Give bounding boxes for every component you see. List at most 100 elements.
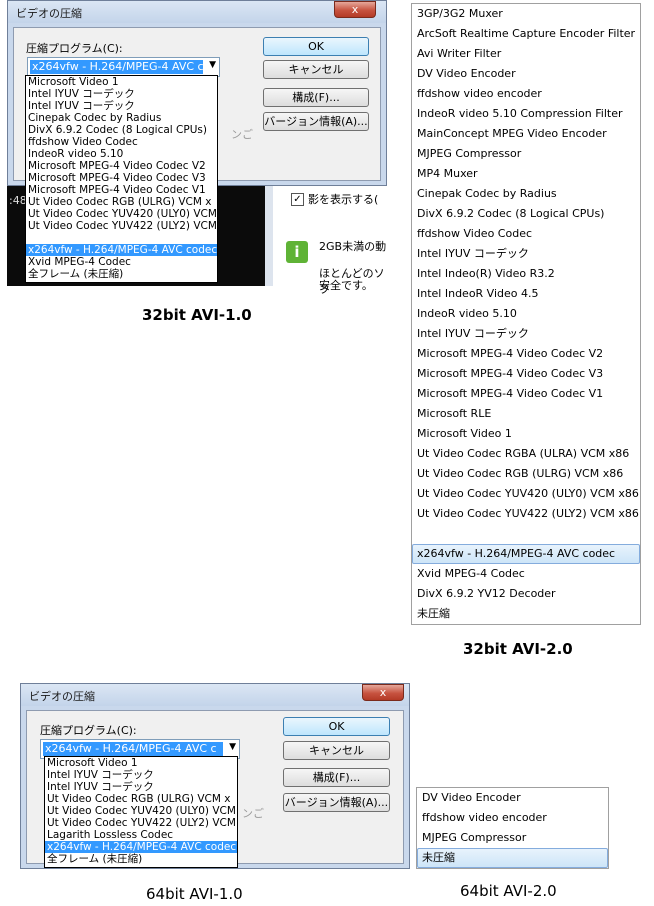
caption-64bit-avi2: 64bit AVI-2.0 [460,882,557,900]
list-item[interactable]: Microsoft MPEG-4 Video Codec V3 [26,172,217,184]
list-item[interactable]: 全フレーム (未圧縮) [45,853,237,865]
codec-list-64bit-avi2[interactable]: DV Video Encoder ffdshow video encoder M… [416,787,609,869]
title-bar: ビデオの圧縮 x [8,1,386,23]
list-item[interactable]: ffdshow Video Codec [26,136,217,148]
list-item-selected[interactable]: x264vfw - H.264/MPEG-4 AVC codec [412,544,640,564]
list-item[interactable]: DivX 6.9.2 Codec (8 Logical CPUs) [26,124,217,136]
combo-selected-value: x264vfw - H.264/MPEG-4 AVC c [30,60,203,74]
codec-list-32bit-avi2[interactable]: 3GP/3G2 Muxer ArcSoft Realtime Capture E… [411,3,641,625]
list-item[interactable]: ffdshow video encoder [417,808,608,828]
list-item[interactable]: Microsoft MPEG-4 Video Codec V1 [26,184,217,196]
list-item[interactable]: Cinepak Codec by Radius [412,184,640,204]
list-item[interactable]: Intel IYUV コーデック [45,769,237,781]
list-item[interactable]: Avi Writer Filter [412,44,640,64]
list-item[interactable]: MP4 Muxer [412,164,640,184]
cancel-button[interactable]: キャンセル [283,741,390,760]
codec-dropdown-32bit-avi1[interactable]: Microsoft Video 1 Intel IYUV コーデック Intel… [25,75,218,283]
list-item[interactable]: Ut Video Codec RGB (ULRG) VCM x86 [412,464,640,484]
list-item[interactable]: Intel IYUV コーデック [45,781,237,793]
checkbox-shadow[interactable]: ✓ [291,193,304,206]
cancel-button[interactable]: キャンセル [263,60,369,79]
list-item[interactable]: IndeoR video 5.10 [412,304,640,324]
ok-button[interactable]: OK [283,717,390,736]
list-item[interactable] [412,524,640,544]
list-item[interactable]: Microsoft MPEG-4 Video Codec V2 [26,160,217,172]
close-icon: x [351,3,359,16]
list-item[interactable]: Ut Video Codec YUV420 (ULY0) VCM x86 [412,484,640,504]
list-item[interactable]: Microsoft MPEG-4 Video Codec V3 [412,364,640,384]
list-item[interactable]: Ut Video Codec RGB (ULRG) VCM x [45,793,237,805]
list-item-selected[interactable]: 未圧縮 [417,848,608,868]
caption-32bit-avi2: 32bit AVI-2.0 [463,640,573,658]
dialog-title: ビデオの圧縮 [29,690,95,703]
list-item-selected[interactable]: x264vfw - H.264/MPEG-4 AVC codec [45,841,237,853]
list-item[interactable]: Ut Video Codec YUV422 (ULY2) VCM [26,220,217,232]
info-text-3: 安全です。 [319,279,373,292]
list-item[interactable] [26,232,217,244]
ghost-text: ンご [231,128,253,141]
list-item[interactable]: Ut Video Codec YUV420 (ULY0) VCM [45,805,237,817]
codec-dropdown-64bit-avi1[interactable]: Microsoft Video 1 Intel IYUV コーデック Intel… [44,756,238,868]
list-item[interactable]: MJPEG Compressor [412,144,640,164]
close-button[interactable]: x [362,684,404,701]
list-item[interactable]: Intel IYUV コーデック [412,324,640,344]
info-text-1: 2GB未満の動 [319,240,387,253]
list-item[interactable]: Microsoft Video 1 [412,424,640,444]
chevron-down-icon[interactable]: ▼ [209,60,216,70]
list-item[interactable]: Intel IYUV コーデック [26,88,217,100]
list-item[interactable]: Ut Video Codec YUV422 (ULY2) VCM [45,817,237,829]
list-item[interactable]: Microsoft Video 1 [26,76,217,88]
combo-selected-value: x264vfw - H.264/MPEG-4 AVC c [43,742,223,756]
list-item[interactable]: MJPEG Compressor [417,828,608,848]
list-item[interactable]: DivX 6.9.2 Codec (8 Logical CPUs) [412,204,640,224]
list-item[interactable]: Xvid MPEG-4 Codec [412,564,640,584]
about-button[interactable]: バージョン情報(A)... [283,793,390,812]
caption-64bit-avi1: 64bit AVI-1.0 [146,885,243,903]
compressor-label: 圧縮プログラム(C): [26,42,123,55]
configure-button[interactable]: 構成(F)... [263,88,369,107]
list-item[interactable]: Cinepak Codec by Radius [26,112,217,124]
close-button[interactable]: x [334,1,376,18]
configure-button[interactable]: 構成(F)... [283,768,390,787]
list-item[interactable]: Ut Video Codec RGBA (ULRA) VCM x86 [412,444,640,464]
info-icon: i [286,241,308,263]
list-item[interactable]: Microsoft RLE [412,404,640,424]
list-item[interactable]: Intel IYUV コーデック [412,244,640,264]
list-item[interactable]: Microsoft MPEG-4 Video Codec V2 [412,344,640,364]
list-item[interactable]: 未圧縮 [412,604,640,624]
list-item[interactable]: Intel Indeo(R) Video R3.2 [412,264,640,284]
caption-32bit-avi1: 32bit AVI-1.0 [142,306,252,324]
list-item[interactable]: Microsoft Video 1 [45,757,237,769]
list-item[interactable]: Lagarith Lossless Codec [45,829,237,841]
side-panel-divider [265,186,273,286]
list-item[interactable]: Intel IYUV コーデック [26,100,217,112]
compressor-label: 圧縮プログラム(C): [40,724,137,737]
title-bar: ビデオの圧縮 x [21,684,409,706]
ok-button[interactable]: OK [263,37,369,56]
list-item[interactable]: Ut Video Codec RGB (ULRG) VCM x [26,196,217,208]
list-item[interactable]: ffdshow Video Codec [412,224,640,244]
compressor-combo[interactable]: x264vfw - H.264/MPEG-4 AVC c ▼ [27,57,220,77]
close-icon: x [379,686,387,699]
chevron-down-icon[interactable]: ▼ [229,742,236,752]
list-item[interactable]: DivX 6.9.2 YV12 Decoder [412,584,640,604]
list-item[interactable]: MainConcept MPEG Video Encoder [412,124,640,144]
about-button[interactable]: バージョン情報(A)... [263,112,369,131]
list-item[interactable]: Ut Video Codec YUV420 (ULY0) VCM [26,208,217,220]
shadow-option-label: 影を表示する( [308,193,379,206]
list-item[interactable]: Microsoft MPEG-4 Video Codec V1 [412,384,640,404]
list-item[interactable]: DV Video Encoder [412,64,640,84]
list-item[interactable]: DV Video Encoder [417,788,608,808]
list-item-selected[interactable]: x264vfw - H.264/MPEG-4 AVC codec [26,244,217,256]
list-item[interactable]: IndeoR video 5.10 [26,148,217,160]
list-item[interactable]: ffdshow video encoder [412,84,640,104]
list-item[interactable]: 全フレーム (未圧縮) [26,268,217,280]
dialog-title: ビデオの圧縮 [16,7,82,20]
list-item[interactable]: Intel IndeoR Video 4.5 [412,284,640,304]
list-item[interactable]: Ut Video Codec YUV422 (ULY2) VCM x86 [412,504,640,524]
ghost-text: ンご [242,807,264,820]
list-item[interactable]: ArcSoft Realtime Capture Encoder Filter [412,24,640,44]
list-item[interactable]: IndeoR video 5.10 Compression Filter [412,104,640,124]
list-item[interactable]: Xvid MPEG-4 Codec [26,256,217,268]
list-item[interactable]: 3GP/3G2 Muxer [412,4,640,24]
